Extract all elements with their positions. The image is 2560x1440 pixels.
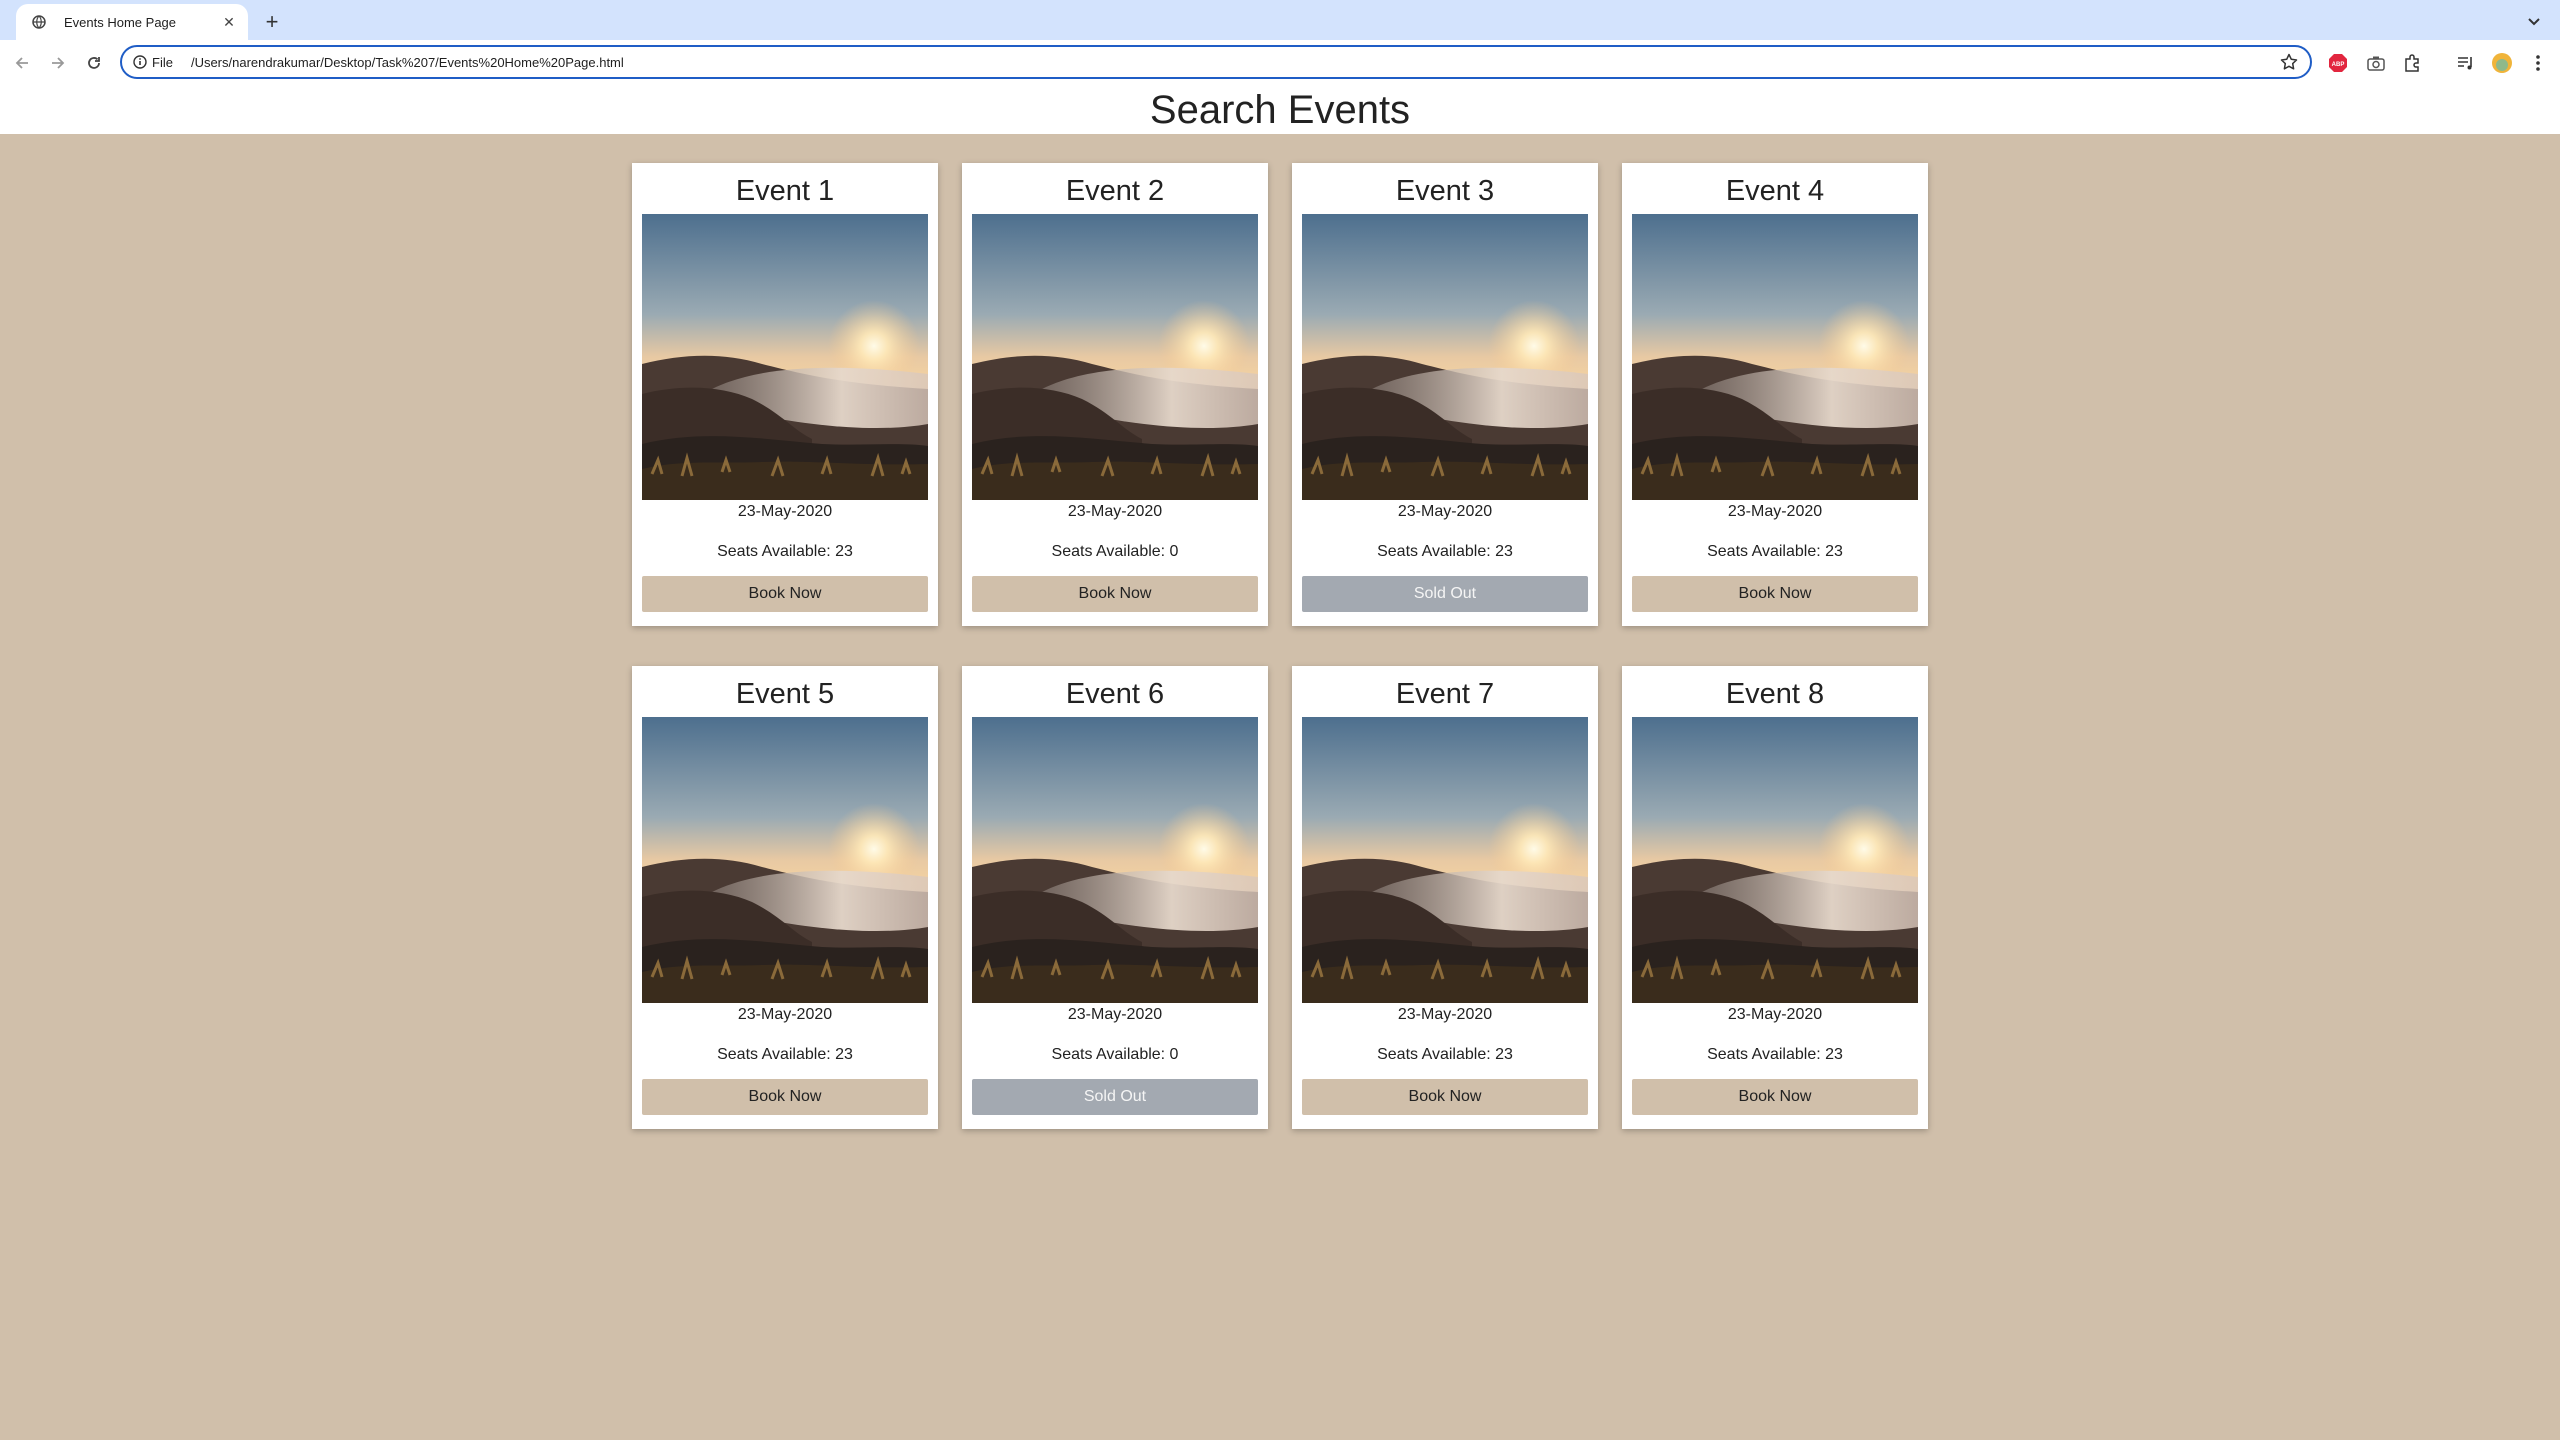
event-date: 23-May-2020 bbox=[737, 503, 833, 520]
globe-icon bbox=[28, 11, 50, 33]
book-now-button[interactable]: Book Now bbox=[642, 576, 928, 612]
event-date: 23-May-2020 bbox=[1397, 1006, 1493, 1023]
tab-strip: Events Home Page ✕ + bbox=[0, 0, 2560, 40]
reload-icon[interactable] bbox=[80, 49, 108, 77]
event-card-4: Event 4 23-May-2020 Seats Available: 23 … bbox=[1622, 163, 1928, 626]
tab-title: Events Home Page bbox=[64, 14, 177, 30]
event-card-6: Event 6 23-May-2020 Seats Available: 0 S… bbox=[962, 666, 1268, 1129]
forward-icon[interactable] bbox=[44, 49, 72, 77]
event-image bbox=[1302, 717, 1588, 1003]
event-title: Event 5 bbox=[735, 678, 835, 710]
book-now-button[interactable]: Book Now bbox=[1632, 1079, 1918, 1115]
book-now-button[interactable]: Book Now bbox=[1302, 1079, 1588, 1115]
book-now-button[interactable]: Book Now bbox=[972, 576, 1258, 612]
event-seats: Seats Available: 23 bbox=[1707, 543, 1843, 560]
event-image bbox=[972, 717, 1258, 1003]
event-image bbox=[642, 214, 928, 500]
event-date: 23-May-2020 bbox=[1727, 503, 1823, 520]
adblock-icon[interactable]: ABP bbox=[2326, 51, 2350, 75]
more-icon[interactable] bbox=[2526, 51, 2550, 75]
plus-icon[interactable]: + bbox=[258, 8, 286, 36]
events-grid: Event 1 23-May-2020 Seats Available: 23 … bbox=[632, 163, 1928, 1129]
puzzle-icon[interactable] bbox=[2400, 51, 2424, 75]
event-card-1: Event 1 23-May-2020 Seats Available: 23 … bbox=[632, 163, 938, 626]
event-title: Event 2 bbox=[1065, 175, 1165, 207]
event-date: 23-May-2020 bbox=[1067, 1006, 1163, 1023]
event-image bbox=[642, 717, 928, 1003]
browser-toolbar: File /Users/narendrakumar/Desktop/Task%2… bbox=[0, 40, 2560, 86]
book-now-button[interactable]: Book Now bbox=[1632, 576, 1918, 612]
event-card-5: Event 5 23-May-2020 Seats Available: 23 … bbox=[632, 666, 938, 1129]
event-seats: Seats Available: 23 bbox=[1707, 1046, 1843, 1063]
event-seats: Seats Available: 23 bbox=[717, 543, 853, 560]
event-title: Event 6 bbox=[1065, 678, 1165, 710]
event-seats: Seats Available: 23 bbox=[1377, 1046, 1513, 1063]
event-date: 23-May-2020 bbox=[737, 1006, 833, 1023]
event-date: 23-May-2020 bbox=[1397, 503, 1493, 520]
event-date: 23-May-2020 bbox=[1067, 503, 1163, 520]
event-title: Event 7 bbox=[1395, 678, 1495, 710]
chevron-down-icon[interactable] bbox=[2520, 8, 2548, 36]
page-title: Search Events bbox=[1149, 87, 1411, 132]
event-image bbox=[1632, 214, 1918, 500]
page-header: Search Events bbox=[0, 86, 2560, 134]
event-card-7: Event 7 23-May-2020 Seats Available: 23 … bbox=[1292, 666, 1598, 1129]
event-card-3: Event 3 23-May-2020 Seats Available: 23 … bbox=[1292, 163, 1598, 626]
event-image bbox=[1302, 214, 1588, 500]
svg-text:ABP: ABP bbox=[2332, 62, 2345, 68]
sold-out-button[interactable]: Sold Out bbox=[972, 1079, 1258, 1115]
event-title: Event 3 bbox=[1395, 175, 1495, 207]
event-card-2: Event 2 23-May-2020 Seats Available: 0 B… bbox=[962, 163, 1268, 626]
event-seats: Seats Available: 0 bbox=[1051, 1046, 1179, 1063]
address-bar[interactable]: File /Users/narendrakumar/Desktop/Task%2… bbox=[120, 45, 2312, 79]
event-seats: Seats Available: 23 bbox=[1377, 543, 1513, 560]
url-scheme-chip: File bbox=[152, 54, 173, 70]
event-seats: Seats Available: 0 bbox=[1051, 543, 1179, 560]
close-icon[interactable]: ✕ bbox=[218, 11, 240, 33]
back-icon[interactable] bbox=[8, 49, 36, 77]
star-icon[interactable] bbox=[2274, 47, 2304, 77]
event-title: Event 8 bbox=[1725, 678, 1825, 710]
camera-icon[interactable] bbox=[2364, 51, 2388, 75]
avatar[interactable] bbox=[2490, 51, 2514, 75]
event-title: Event 1 bbox=[735, 175, 835, 207]
browser-tab[interactable]: Events Home Page ✕ bbox=[16, 4, 248, 40]
info-icon[interactable] bbox=[132, 54, 148, 70]
media-icon[interactable] bbox=[2454, 51, 2478, 75]
event-seats: Seats Available: 23 bbox=[717, 1046, 853, 1063]
sold-out-button[interactable]: Sold Out bbox=[1302, 576, 1588, 612]
event-image bbox=[1632, 717, 1918, 1003]
event-date: 23-May-2020 bbox=[1727, 1006, 1823, 1023]
event-image bbox=[972, 214, 1258, 500]
event-title: Event 4 bbox=[1725, 175, 1825, 207]
event-card-8: Event 8 23-May-2020 Seats Available: 23 … bbox=[1622, 666, 1928, 1129]
url-text[interactable]: /Users/narendrakumar/Desktop/Task%207/Ev… bbox=[191, 55, 2274, 70]
book-now-button[interactable]: Book Now bbox=[642, 1079, 928, 1115]
